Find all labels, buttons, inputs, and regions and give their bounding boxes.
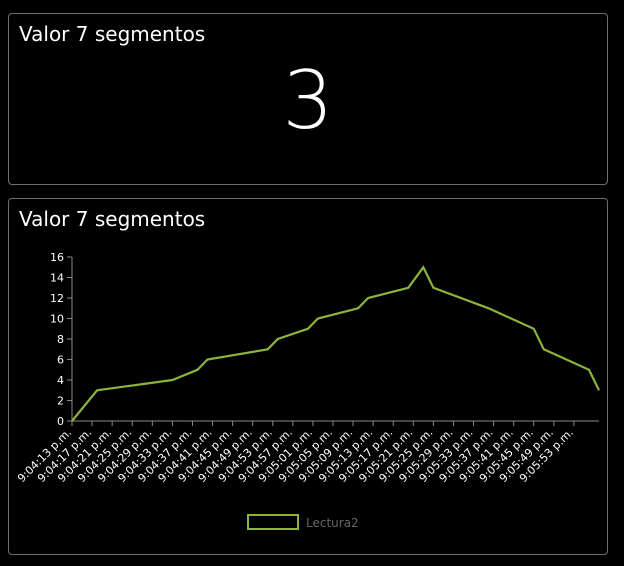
y-tick-label: 10 <box>50 313 64 326</box>
legend-swatch <box>247 514 299 530</box>
y-tick-label: 12 <box>50 292 64 305</box>
y-tick-label: 2 <box>57 395 64 408</box>
line-chart: 02468101214169:04:13 p.m.9:04:17 p.m.9:0… <box>15 251 600 530</box>
chart-widget: Valor 7 segmentos 0 2 4 6 8 10 12 14 16 9:04:13 p… <box>8 198 608 555</box>
seven-segment-value: 3 <box>282 54 334 147</box>
series-line-lectura2 <box>71 265 600 422</box>
legend-label: Lectura2 <box>306 516 359 530</box>
y-tick-label: 4 <box>57 374 64 387</box>
y-tick-label: 16 <box>50 251 64 264</box>
value-widget: Valor 7 segmentos 3 <box>8 13 608 185</box>
y-tick-label: 0 <box>57 415 64 428</box>
y-tick-label: 14 <box>50 272 64 285</box>
y-tick-label: 6 <box>57 354 64 367</box>
value-widget-title: Valor 7 segmentos <box>19 22 206 46</box>
y-tick-label: 8 <box>57 333 64 346</box>
